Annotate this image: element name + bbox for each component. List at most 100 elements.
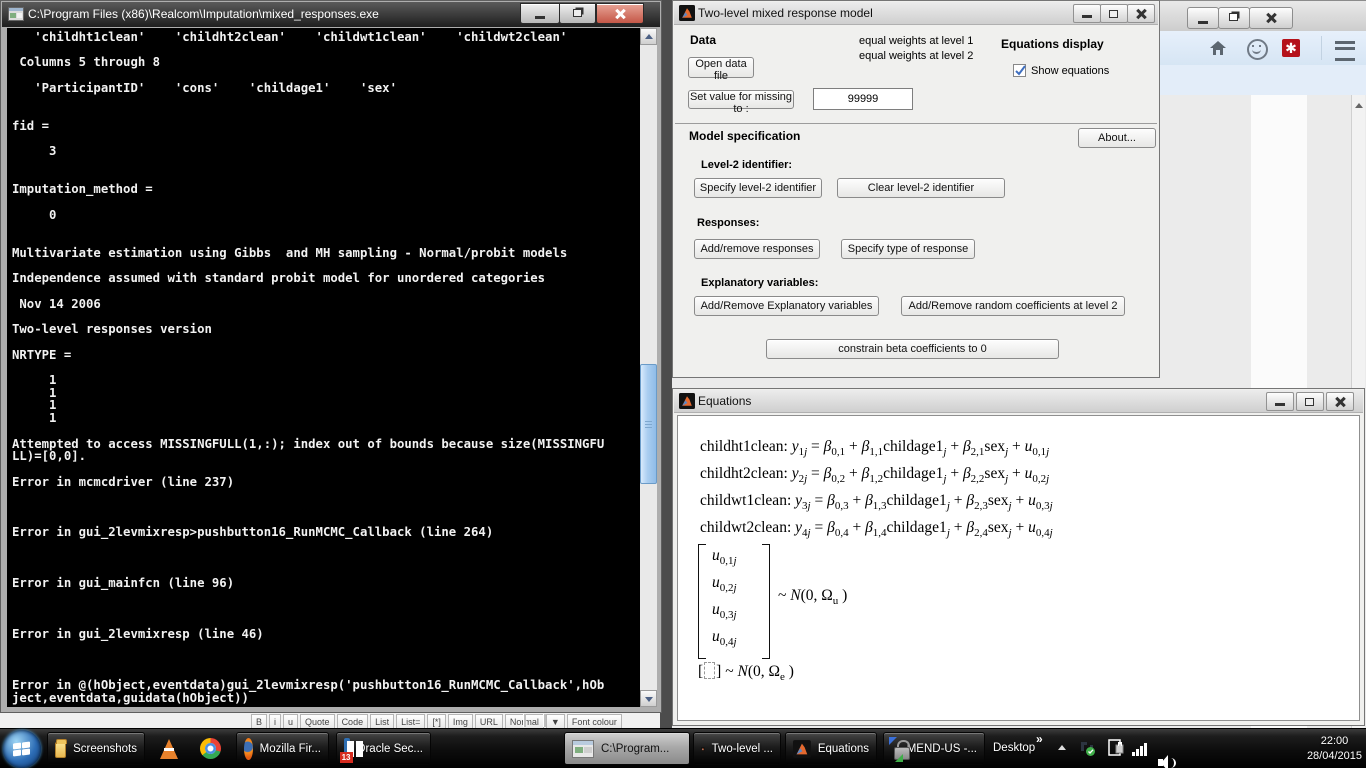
level2-identifier-label: Level-2 identifier: (701, 159, 792, 171)
about-button[interactable]: About... (1078, 128, 1156, 148)
firefox-maximize-button[interactable] (1218, 7, 1250, 29)
equation-line: childht1clean: y1j = β0,1 + β1,1childage… (700, 438, 1053, 465)
forum-editor-sliver: BiuQuoteCodeListList=[*]ImgURLNormal▼Fon… (0, 711, 662, 729)
scrollbar-up-button[interactable] (640, 28, 657, 45)
u-vector-term: u0,1j (712, 547, 737, 574)
notification-badge: 13 (340, 752, 353, 763)
scrollbar-down-button[interactable] (640, 690, 657, 707)
clear-level2-button[interactable]: Clear level-2 identifier (837, 178, 1005, 198)
equation-line: childht2clean: y2j = β0,2 + β1,2childage… (700, 465, 1053, 492)
firefox-minimize-button[interactable] (1187, 7, 1219, 29)
taskbar-item-vlc[interactable] (151, 732, 187, 765)
oracle-grid-icon: 13 (344, 738, 350, 760)
editor-toolbar-button[interactable]: [*] (427, 714, 446, 729)
model-close-button[interactable] (1127, 4, 1155, 23)
removable-device-icon[interactable] (1108, 739, 1124, 757)
console-titlebar[interactable]: C:\Program Files (x86)\Realcom\Imputatio… (2, 2, 660, 27)
volume-icon[interactable] (1158, 755, 1176, 768)
editor-toolbar-button[interactable]: i (269, 714, 281, 729)
editor-toolbar-button[interactable]: Code (337, 714, 369, 729)
specify-type-button[interactable]: Specify type of response (841, 239, 975, 259)
start-button[interactable] (3, 730, 41, 768)
model-maximize-button[interactable] (1100, 4, 1128, 23)
chrome-icon (200, 738, 221, 759)
lastpass-icon[interactable] (1282, 39, 1300, 57)
editor-toolbar-button[interactable]: List= (396, 714, 425, 729)
console-window: C:\Program Files (x86)\Realcom\Imputatio… (0, 0, 662, 713)
taskbar-item-matlab-model[interactable]: Two-level ... (693, 732, 781, 765)
taskbar-item-oracle[interactable]: 13 Oracle Sec... (336, 732, 431, 765)
set-missing-button[interactable]: Set value for missing to : (688, 90, 794, 109)
vlc-cone-icon (160, 739, 178, 759)
editor-toolbar-button[interactable]: ▼ (546, 714, 565, 729)
menu-hamburger-icon[interactable] (1335, 41, 1355, 61)
network-signal-icon[interactable] (1132, 742, 1150, 756)
show-equations-checkbox[interactable] (1013, 64, 1026, 77)
editor-toolbar-button[interactable]: Font colour (567, 714, 622, 729)
taskbar-clock[interactable]: 22:00 28/04/2015 (1307, 734, 1362, 764)
console-close-button[interactable] (596, 3, 644, 24)
u-vector-rows: u0,1ju0,2ju0,3ju0,4j (712, 547, 737, 655)
u-dist: ~ N(0, Ωu ) (778, 587, 847, 607)
console-client-area[interactable]: 'childht1clean' 'childht2clean' 'childwt… (7, 28, 640, 707)
toolbar-divider (1321, 36, 1322, 60)
equations-title-text: Equations (698, 394, 751, 408)
model-spec-heading: Model specification (689, 129, 800, 143)
taskbar-item-matlab-equations[interactable]: Equations (785, 732, 877, 765)
constrain-beta-button[interactable]: constrain beta coefficients to 0 (766, 339, 1059, 359)
console-minimize-button[interactable] (520, 3, 560, 24)
specify-level2-button[interactable]: Specify level-2 identifier (694, 178, 822, 198)
console-restore-button[interactable] (559, 3, 596, 24)
firefox-close-button[interactable] (1249, 7, 1293, 29)
add-remove-random-button[interactable]: Add/Remove random coefficients at level … (901, 296, 1125, 316)
equations-minimize-button[interactable] (1266, 392, 1294, 411)
taskbar-label: Two-level ... (712, 743, 773, 755)
editor-toolbar-button[interactable]: Quote (300, 714, 335, 729)
matlab-icon (679, 5, 695, 21)
model-window: Two-level mixed response model Data equa… (672, 0, 1160, 378)
scrollbar-thumb[interactable] (640, 364, 657, 484)
editor-toolbar-button[interactable]: B (251, 714, 267, 729)
editor-toolbar-button[interactable]: List (370, 714, 394, 729)
console-app-icon (8, 7, 24, 21)
section-divider (675, 123, 1157, 124)
model-minimize-button[interactable] (1073, 4, 1101, 23)
scroll-up-icon[interactable] (1355, 103, 1363, 108)
model-titlebar[interactable]: Two-level mixed response model (674, 2, 1158, 25)
clock-time: 22:00 (1307, 734, 1362, 749)
equation-lines: childht1clean: y1j = β0,1 + β1,1childage… (700, 438, 1053, 546)
add-remove-responses-button[interactable]: Add/remove responses (694, 239, 820, 259)
editor-toolbar: BiuQuoteCodeListList=[*]ImgURLNormal▼Fon… (250, 712, 623, 729)
weights-level2-text: equal weights at level 2 (859, 50, 973, 62)
missing-value-field[interactable] (813, 88, 913, 110)
system-tray: 22:00 28/04/2015 (1348, 729, 1366, 768)
taskbar-item-mend[interactable]: MEND-US -... (883, 732, 985, 765)
toolbar-chevron[interactable]: » (1036, 732, 1043, 746)
show-hidden-icons[interactable] (1058, 745, 1066, 750)
weights-level1-text: equal weights at level 1 (859, 35, 973, 47)
taskbar-item-console[interactable]: C:\Program... (564, 732, 690, 765)
taskbar-label: Screenshots (73, 743, 137, 755)
editor-toolbar-button[interactable]: Img (448, 714, 473, 729)
taskbar-item-chrome[interactable] (191, 732, 229, 765)
desktop-screen: BiuQuoteCodeListList=[*]ImgURLNormal▼Fon… (0, 0, 1366, 768)
equations-titlebar[interactable]: Equations (674, 390, 1363, 413)
editor-toolbar-button[interactable]: URL (475, 714, 503, 729)
equations-close-button[interactable] (1326, 392, 1354, 411)
equations-maximize-button[interactable] (1296, 392, 1324, 411)
responses-label: Responses: (697, 217, 759, 229)
add-remove-explanatory-button[interactable]: Add/Remove Explanatory variables (694, 296, 879, 316)
editor-toolbar-button[interactable]: u (283, 714, 298, 729)
update-agent-icon[interactable] (1078, 739, 1096, 757)
chat-smiley-icon[interactable] (1247, 39, 1268, 60)
taskbar-item-firefox[interactable]: Mozilla Fir... (236, 732, 329, 765)
desktop-toolbar[interactable]: Desktop (993, 742, 1035, 754)
u-vector-term: u0,2j (712, 574, 737, 601)
selection-box[interactable] (704, 662, 715, 679)
equations-panel: childht1clean: y1j = β0,1 + β1,1childage… (677, 415, 1360, 721)
open-data-file-button[interactable]: Open data file (688, 57, 754, 78)
home-icon[interactable] (1209, 40, 1227, 56)
taskbar-item-screenshots[interactable]: Screenshots (47, 732, 145, 765)
console-scrollbar[interactable] (640, 28, 657, 707)
matlab-icon (701, 738, 705, 760)
